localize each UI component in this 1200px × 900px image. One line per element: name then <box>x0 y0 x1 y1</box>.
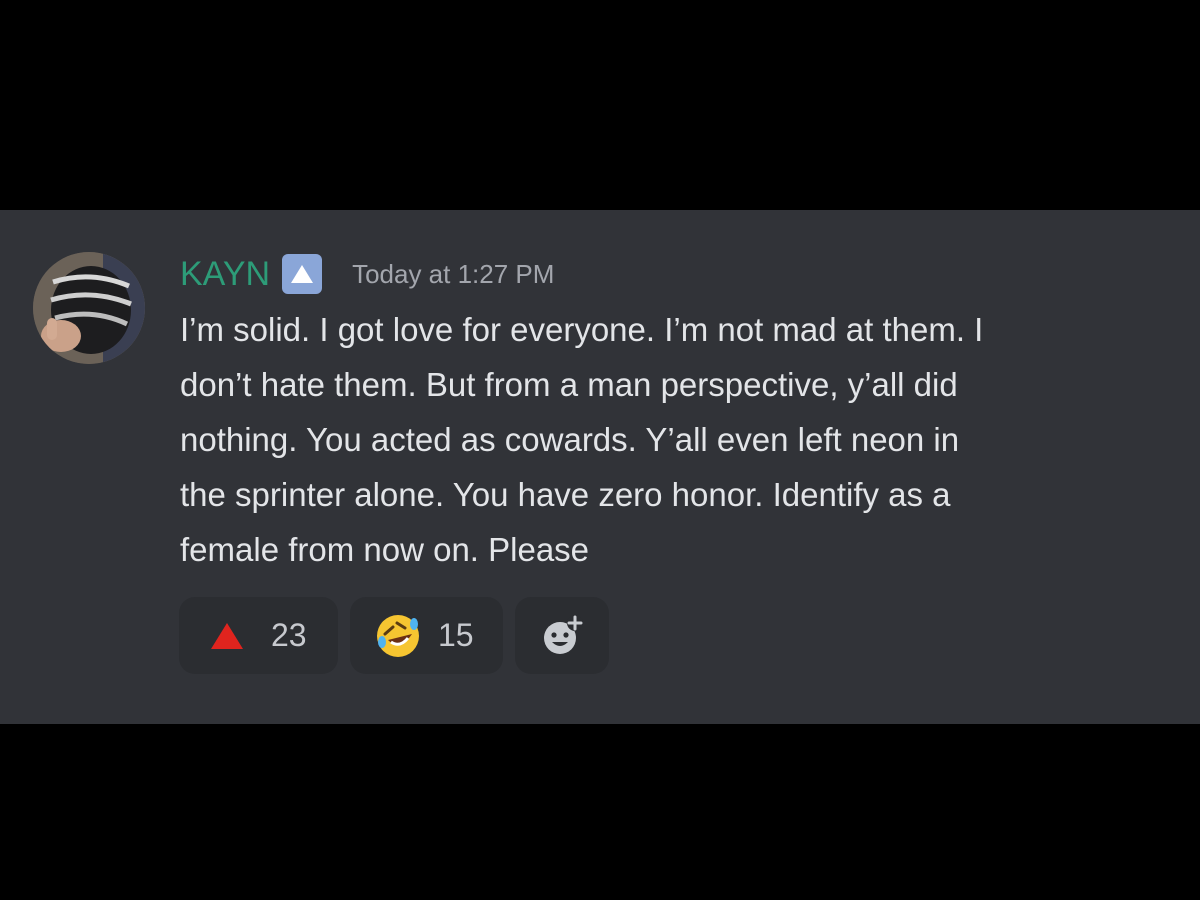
timestamp: Today at 1:27 PM <box>352 258 555 289</box>
reaction-red-triangle[interactable]: 23 <box>179 597 338 674</box>
avatar[interactable] <box>33 252 145 364</box>
username[interactable]: KAYN <box>180 255 270 294</box>
message-text: I’m solid. I got love for everyone. I’m … <box>180 311 984 568</box>
avatar-image <box>33 252 145 364</box>
up-arrow-glyph <box>291 265 314 283</box>
up-arrow-badge-icon[interactable] <box>282 254 323 294</box>
red-triangle-up-icon <box>211 622 243 649</box>
reactions-bar: 23 15 <box>179 597 609 674</box>
rolling-on-floor-laughing-icon <box>377 614 419 657</box>
message-header: KAYN Today at 1:27 PM <box>180 250 554 298</box>
reaction-laughing[interactable]: 15 <box>350 597 503 674</box>
reaction-count: 23 <box>271 617 307 653</box>
reaction-count: 15 <box>438 617 474 653</box>
screenshot-frame: KAYN Today at 1:27 PM I’m solid. I got l… <box>0 0 1200 900</box>
add-reaction-icon <box>544 614 583 654</box>
add-reaction-button[interactable] <box>515 597 609 674</box>
